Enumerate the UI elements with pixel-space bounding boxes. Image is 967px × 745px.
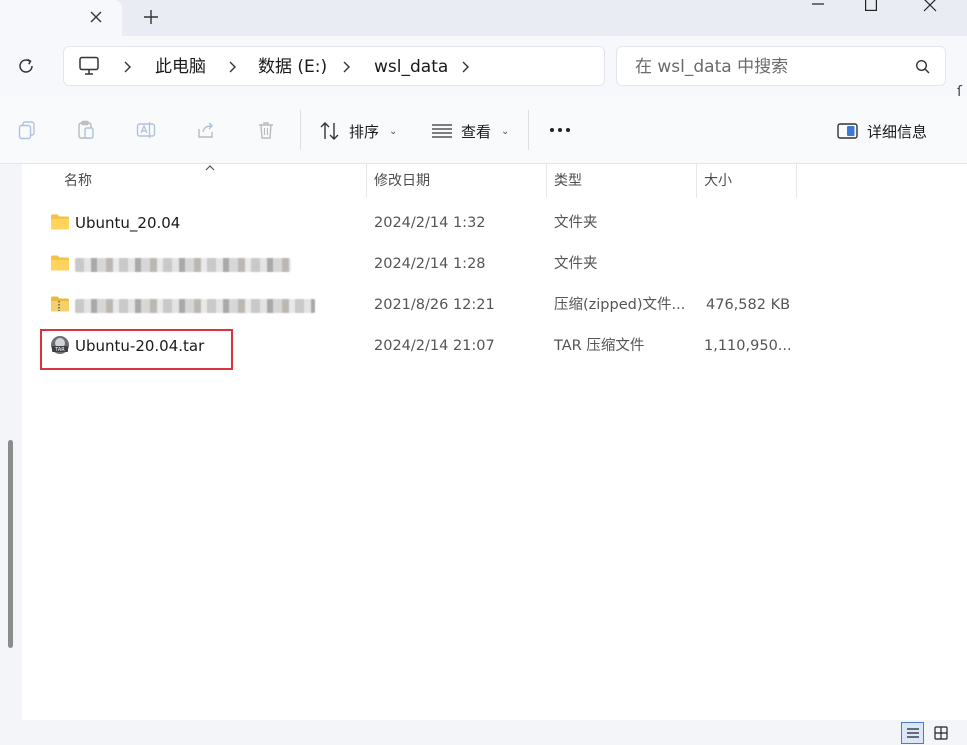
file-size: 476,582 KB [706,297,791,313]
address-bar[interactable]: 此电脑 数据 (E:) wsl_data [63,46,605,86]
chevron-right-icon[interactable] [459,59,473,75]
file-date: 2024/2/14 21:07 [374,338,495,354]
column-header-modified[interactable]: 修改日期 [374,164,430,198]
window-close-icon[interactable] [907,0,953,14]
refresh-icon[interactable] [12,52,40,80]
chevron-right-icon[interactable] [121,59,135,75]
toolbar-separator [528,110,529,150]
status-bar [0,720,967,745]
folder-icon [50,254,70,272]
zip-folder-icon [50,295,70,313]
file-name: Ubuntu_20.04 [75,214,181,232]
chevron-right-icon[interactable] [226,59,240,75]
details-pane-button[interactable]: 详细信息 [837,118,927,144]
file-type: 文件夹 [554,256,598,272]
file-size: 1,110,950... [704,338,792,354]
redacted-file-name [75,258,291,272]
more-options-icon[interactable] [548,120,572,140]
column-divider[interactable] [696,164,697,198]
breadcrumb-this-pc[interactable]: 此电脑 [155,56,206,78]
paste-icon[interactable] [76,120,98,142]
chevron-down-icon: ⌄ [389,125,398,137]
tab-current[interactable] [0,0,122,36]
file-date: 2024/2/14 1:32 [374,215,486,231]
view-button[interactable]: 查看 ⌄ [431,118,509,144]
chevron-right-icon[interactable] [340,59,354,75]
rename-icon[interactable] [136,120,158,142]
partial-glyph: ſ [957,84,962,100]
details-label: 详细信息 [867,122,928,141]
file-size [704,203,800,243]
share-icon[interactable] [196,120,218,142]
copy-icon[interactable] [17,120,39,142]
scrollbar-thumb[interactable] [8,440,13,648]
file-type: TAR 压缩文件 [554,338,645,354]
folder-icon [50,213,70,231]
column-header-name[interactable]: 名称 [64,164,92,198]
search-placeholder: 在 wsl_data 中搜索 [635,57,789,77]
file-date: 2021/8/26 12:21 [374,297,495,313]
column-divider[interactable] [366,164,367,198]
sort-icon [320,122,339,140]
table-row[interactable]: Ubuntu_20.04 2024/2/14 1:32 文件夹 [22,203,802,243]
column-divider[interactable] [796,164,797,198]
tab-close-icon[interactable] [84,5,108,29]
file-type: 压缩(zipped)文件... [554,297,686,313]
delete-icon[interactable] [256,120,278,142]
toolbar-separator [300,110,301,150]
table-row[interactable]: 2021/8/26 12:21 压缩(zipped)文件... 476,582 … [22,285,802,325]
column-header-type[interactable]: 类型 [554,164,582,198]
maximize-icon[interactable] [848,0,894,14]
address-row: 此电脑 数据 (E:) wsl_data 在 wsl_data 中搜索 [0,36,967,96]
breadcrumb-drive-e[interactable]: 数据 (E:) [258,56,327,78]
new-tab-plus-icon[interactable] [139,5,163,29]
sort-button[interactable]: 排序 ⌄ [319,118,397,144]
minimize-icon[interactable] [795,0,841,14]
breadcrumb-wsl-data[interactable]: wsl_data [374,56,448,78]
chevron-down-icon: ⌄ [501,125,510,137]
column-divider[interactable] [546,164,547,198]
search-input[interactable]: 在 wsl_data 中搜索 [616,46,946,86]
file-date: 2024/2/14 1:28 [374,256,486,272]
tiles-view-icon[interactable] [929,722,952,744]
this-pc-icon[interactable] [78,56,102,78]
sort-label: 排序 [349,122,380,141]
view-label: 查看 [461,122,492,141]
details-pane-icon [837,123,858,139]
annotation-highlight-box [40,329,233,370]
tab-strip [0,0,967,36]
file-type: 文件夹 [554,215,598,231]
table-row[interactable]: 2024/2/14 1:28 文件夹 [22,244,802,284]
command-bar: 排序 ⌄ 查看 ⌄ 详细信息 [0,96,967,164]
view-icon [432,124,452,138]
details-view-icon[interactable] [901,722,924,744]
redacted-file-name [75,299,315,313]
file-size [704,244,800,284]
search-icon[interactable] [915,59,931,75]
sort-ascending-icon [205,164,215,177]
column-header-size[interactable]: 大小 [704,164,732,198]
